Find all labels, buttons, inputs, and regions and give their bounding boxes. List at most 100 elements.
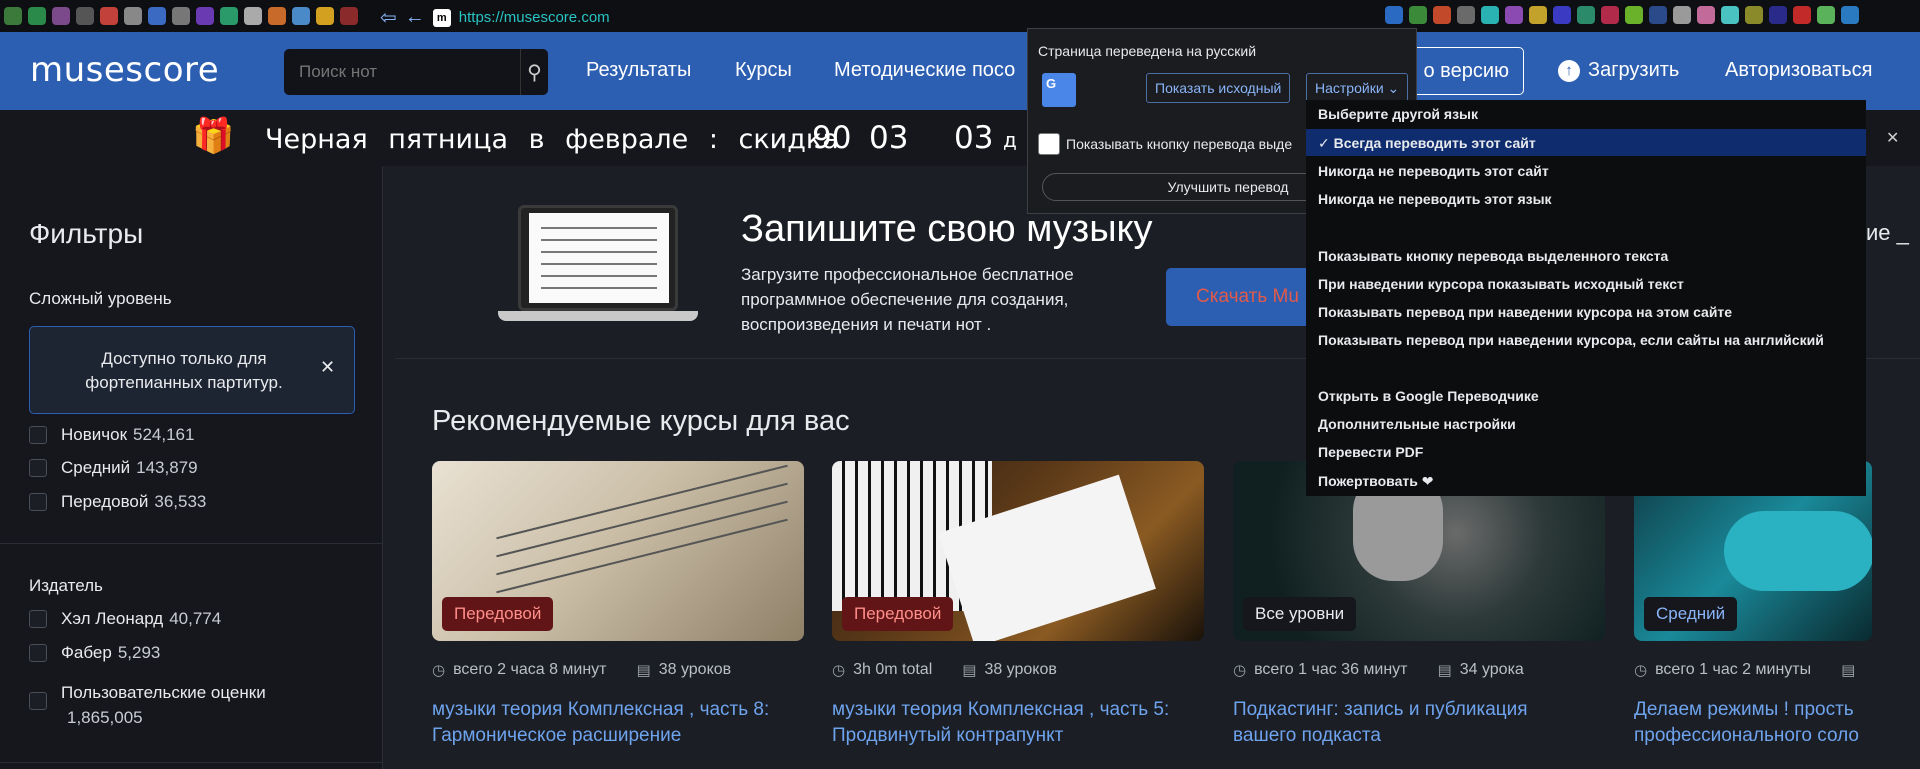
close-icon[interactable]: ✕ — [320, 357, 335, 378]
browser-toolbar: ⇦ ← m https://musescore.com — [0, 0, 1920, 32]
address-bar[interactable]: ⇦ ← m https://musescore.com — [380, 5, 610, 30]
filter-level-advanced[interactable]: Передовой 36,533 — [29, 492, 206, 512]
course-lessons: 38 уроков — [984, 661, 1057, 678]
url-text[interactable]: https://musescore.com — [459, 9, 610, 26]
bookmark-favicon-icon[interactable] — [196, 7, 214, 25]
checkbox[interactable] — [29, 644, 47, 662]
translate-settings-button[interactable]: Настройки ⌄ — [1306, 73, 1409, 103]
nav-methods[interactable]: Методические посо — [834, 59, 1015, 82]
extension-icon[interactable] — [1649, 6, 1667, 24]
bookmark-favicon-icon[interactable] — [4, 7, 22, 25]
search-input[interactable] — [284, 49, 520, 95]
extension-icon[interactable] — [1697, 6, 1715, 24]
menu-item-never-translate-site[interactable]: Никогда не переводить этот сайт — [1318, 163, 1549, 179]
bookmark-favicon-icon[interactable] — [76, 7, 94, 25]
pro-version-button[interactable]: о версию — [1400, 47, 1524, 95]
bookmark-favicon-icon[interactable] — [52, 7, 70, 25]
login-link[interactable]: Авторизоваться — [1725, 59, 1872, 82]
extension-icon[interactable] — [1433, 6, 1451, 24]
menu-item-hover-this-site[interactable]: Показывать перевод при наведении курсора… — [1318, 304, 1732, 320]
bookmark-favicon-icon[interactable] — [340, 7, 358, 25]
show-original-button[interactable]: Показать исходный — [1146, 73, 1291, 103]
bookmark-favicon-icon[interactable] — [28, 7, 46, 25]
bookmark-favicon-icon[interactable] — [316, 7, 334, 25]
menu-item-never-translate-language[interactable]: Никогда не переводить этот язык — [1318, 191, 1552, 207]
course-title-link[interactable]: Делаем режимы ! прость профессионального… — [1634, 697, 1872, 749]
menu-item-advanced-settings[interactable]: Дополнительные настройки — [1318, 416, 1516, 432]
upload-button[interactable]: ↑ Загрузить — [1558, 59, 1679, 82]
filter-publisher-faber[interactable]: Фабер 5,293 — [29, 643, 160, 663]
bookmark-favicon-icon[interactable] — [148, 7, 166, 25]
extension-icon[interactable] — [1409, 6, 1427, 24]
back-icon[interactable]: ← — [405, 6, 425, 29]
filter-level-beginner[interactable]: Новичок 524,161 — [29, 425, 194, 445]
laptop-base — [498, 311, 698, 321]
filter-publisher-user[interactable]: Пользовательские оценки 1,865,005 — [29, 680, 329, 730]
show-translate-button-option[interactable]: Показывать кнопку перевода выде — [1038, 133, 1292, 155]
menu-item-hover-original[interactable]: При наведении курсора показывать исходны… — [1318, 276, 1684, 292]
extension-icon[interactable] — [1673, 6, 1691, 24]
extension-icon[interactable] — [1385, 6, 1403, 24]
download-button[interactable]: Скачать Mu — [1166, 268, 1316, 326]
nav-results[interactable]: Результаты — [586, 59, 691, 82]
course-title-link[interactable]: музыки теория Комплексная , часть 8: Гар… — [432, 697, 804, 749]
filter-count: 36,533 — [154, 492, 207, 511]
document-icon: ▤ — [1437, 662, 1452, 679]
extension-icon[interactable] — [1721, 6, 1739, 24]
extension-icon[interactable] — [1529, 6, 1547, 24]
bookmark-favicon-icon[interactable] — [268, 7, 286, 25]
course-title-text: Делаем режимы ! прость профессионального… — [1634, 699, 1859, 746]
course-meta: ◷ всего 1 час 36 минут ▤ 34 урока — [1233, 661, 1524, 679]
checkbox[interactable] — [29, 692, 47, 710]
bookmark-favicon-icon[interactable] — [100, 7, 118, 25]
menu-item-choose-language[interactable]: Выберите другой язык — [1318, 106, 1478, 122]
menu-item-show-selection-button[interactable]: Показывать кнопку перевода выделенного т… — [1318, 248, 1668, 264]
extension-icon[interactable] — [1769, 6, 1787, 24]
menu-item-open-google-translate[interactable]: Открыть в Google Переводчике — [1318, 388, 1539, 404]
filters-sidebar: Фильтры Сложный уровень Доступно только … — [0, 166, 383, 769]
search-button[interactable]: ⚲ — [520, 49, 548, 95]
translate-title: Страница переведена на русский — [1038, 43, 1257, 59]
bookmark-favicon-icon[interactable] — [244, 7, 262, 25]
level-badge: Средний — [1644, 597, 1738, 631]
extension-icon[interactable] — [1481, 6, 1499, 24]
nav-courses[interactable]: Курсы — [735, 59, 792, 82]
filter-count: 5,293 — [117, 643, 161, 662]
extension-icon[interactable] — [1817, 6, 1835, 24]
courses-section-title: Рекомендуемые курсы для вас — [432, 405, 850, 437]
filter-level-intermediate[interactable]: Средний 143,879 — [29, 458, 198, 478]
bookmark-favicon-icon[interactable] — [172, 7, 190, 25]
extension-icon[interactable] — [1841, 6, 1859, 24]
promo-discount: 90 — [812, 120, 852, 156]
course-meta: ◷ всего 2 часа 8 минут ▤ 38 уроков — [432, 661, 731, 679]
checkbox[interactable] — [29, 493, 47, 511]
publisher-label: Издатель — [29, 576, 103, 595]
checkbox[interactable] — [29, 459, 47, 477]
filter-publisher-hal-leonard[interactable]: Хэл Леонард 40,774 — [29, 609, 221, 629]
menu-item-donate[interactable]: Пожертвовать ❤ — [1318, 473, 1433, 490]
extension-icon[interactable] — [1793, 6, 1811, 24]
course-title-link[interactable]: Подкастинг: запись и публикация вашего п… — [1233, 697, 1563, 749]
back-arrow-icon[interactable]: ⇦ — [380, 5, 397, 30]
bookmark-favicon-icon[interactable] — [220, 7, 238, 25]
extension-icon[interactable] — [1577, 6, 1595, 24]
bookmark-favicon-icon[interactable] — [124, 7, 142, 25]
menu-item-hover-english[interactable]: Показывать перевод при наведении курсора… — [1318, 332, 1824, 348]
extension-icon[interactable] — [1745, 6, 1763, 24]
course-card-image[interactable]: Передовой — [432, 461, 804, 641]
extension-icon[interactable] — [1457, 6, 1475, 24]
extension-icon[interactable] — [1553, 6, 1571, 24]
course-card-image[interactable]: Передовой — [832, 461, 1204, 641]
bookmark-favicon-icon[interactable] — [292, 7, 310, 25]
musescore-logo[interactable]: musescore — [30, 50, 219, 90]
extension-icon[interactable] — [1601, 6, 1619, 24]
menu-item-translate-pdf[interactable]: Перевести PDF — [1318, 444, 1423, 460]
menu-item-always-translate[interactable]: ✓ Всегда переводить этот сайт — [1318, 135, 1536, 152]
course-title-link[interactable]: музыки теория Комплексная , часть 5: Про… — [832, 697, 1204, 749]
extension-icon[interactable] — [1625, 6, 1643, 24]
close-icon[interactable]: ✕ — [1886, 128, 1899, 148]
checkbox[interactable] — [29, 426, 47, 444]
checkbox[interactable] — [29, 610, 47, 628]
checkbox[interactable] — [1038, 133, 1060, 155]
extension-icon[interactable] — [1505, 6, 1523, 24]
